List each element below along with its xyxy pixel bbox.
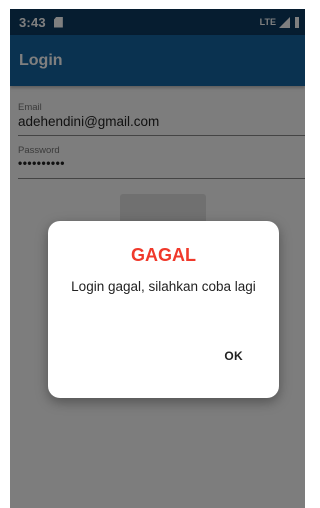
device-screen: 3:43 LTE Login Email adehendini@gmail.co… (10, 9, 305, 508)
dialog-title: GAGAL (131, 245, 196, 265)
dialog-message: Login gagal, silahkan coba lagi (71, 279, 256, 294)
ok-button[interactable]: OK (224, 349, 243, 363)
alert-dialog: GAGAL Login gagal, silahkan coba lagi OK (48, 221, 279, 398)
